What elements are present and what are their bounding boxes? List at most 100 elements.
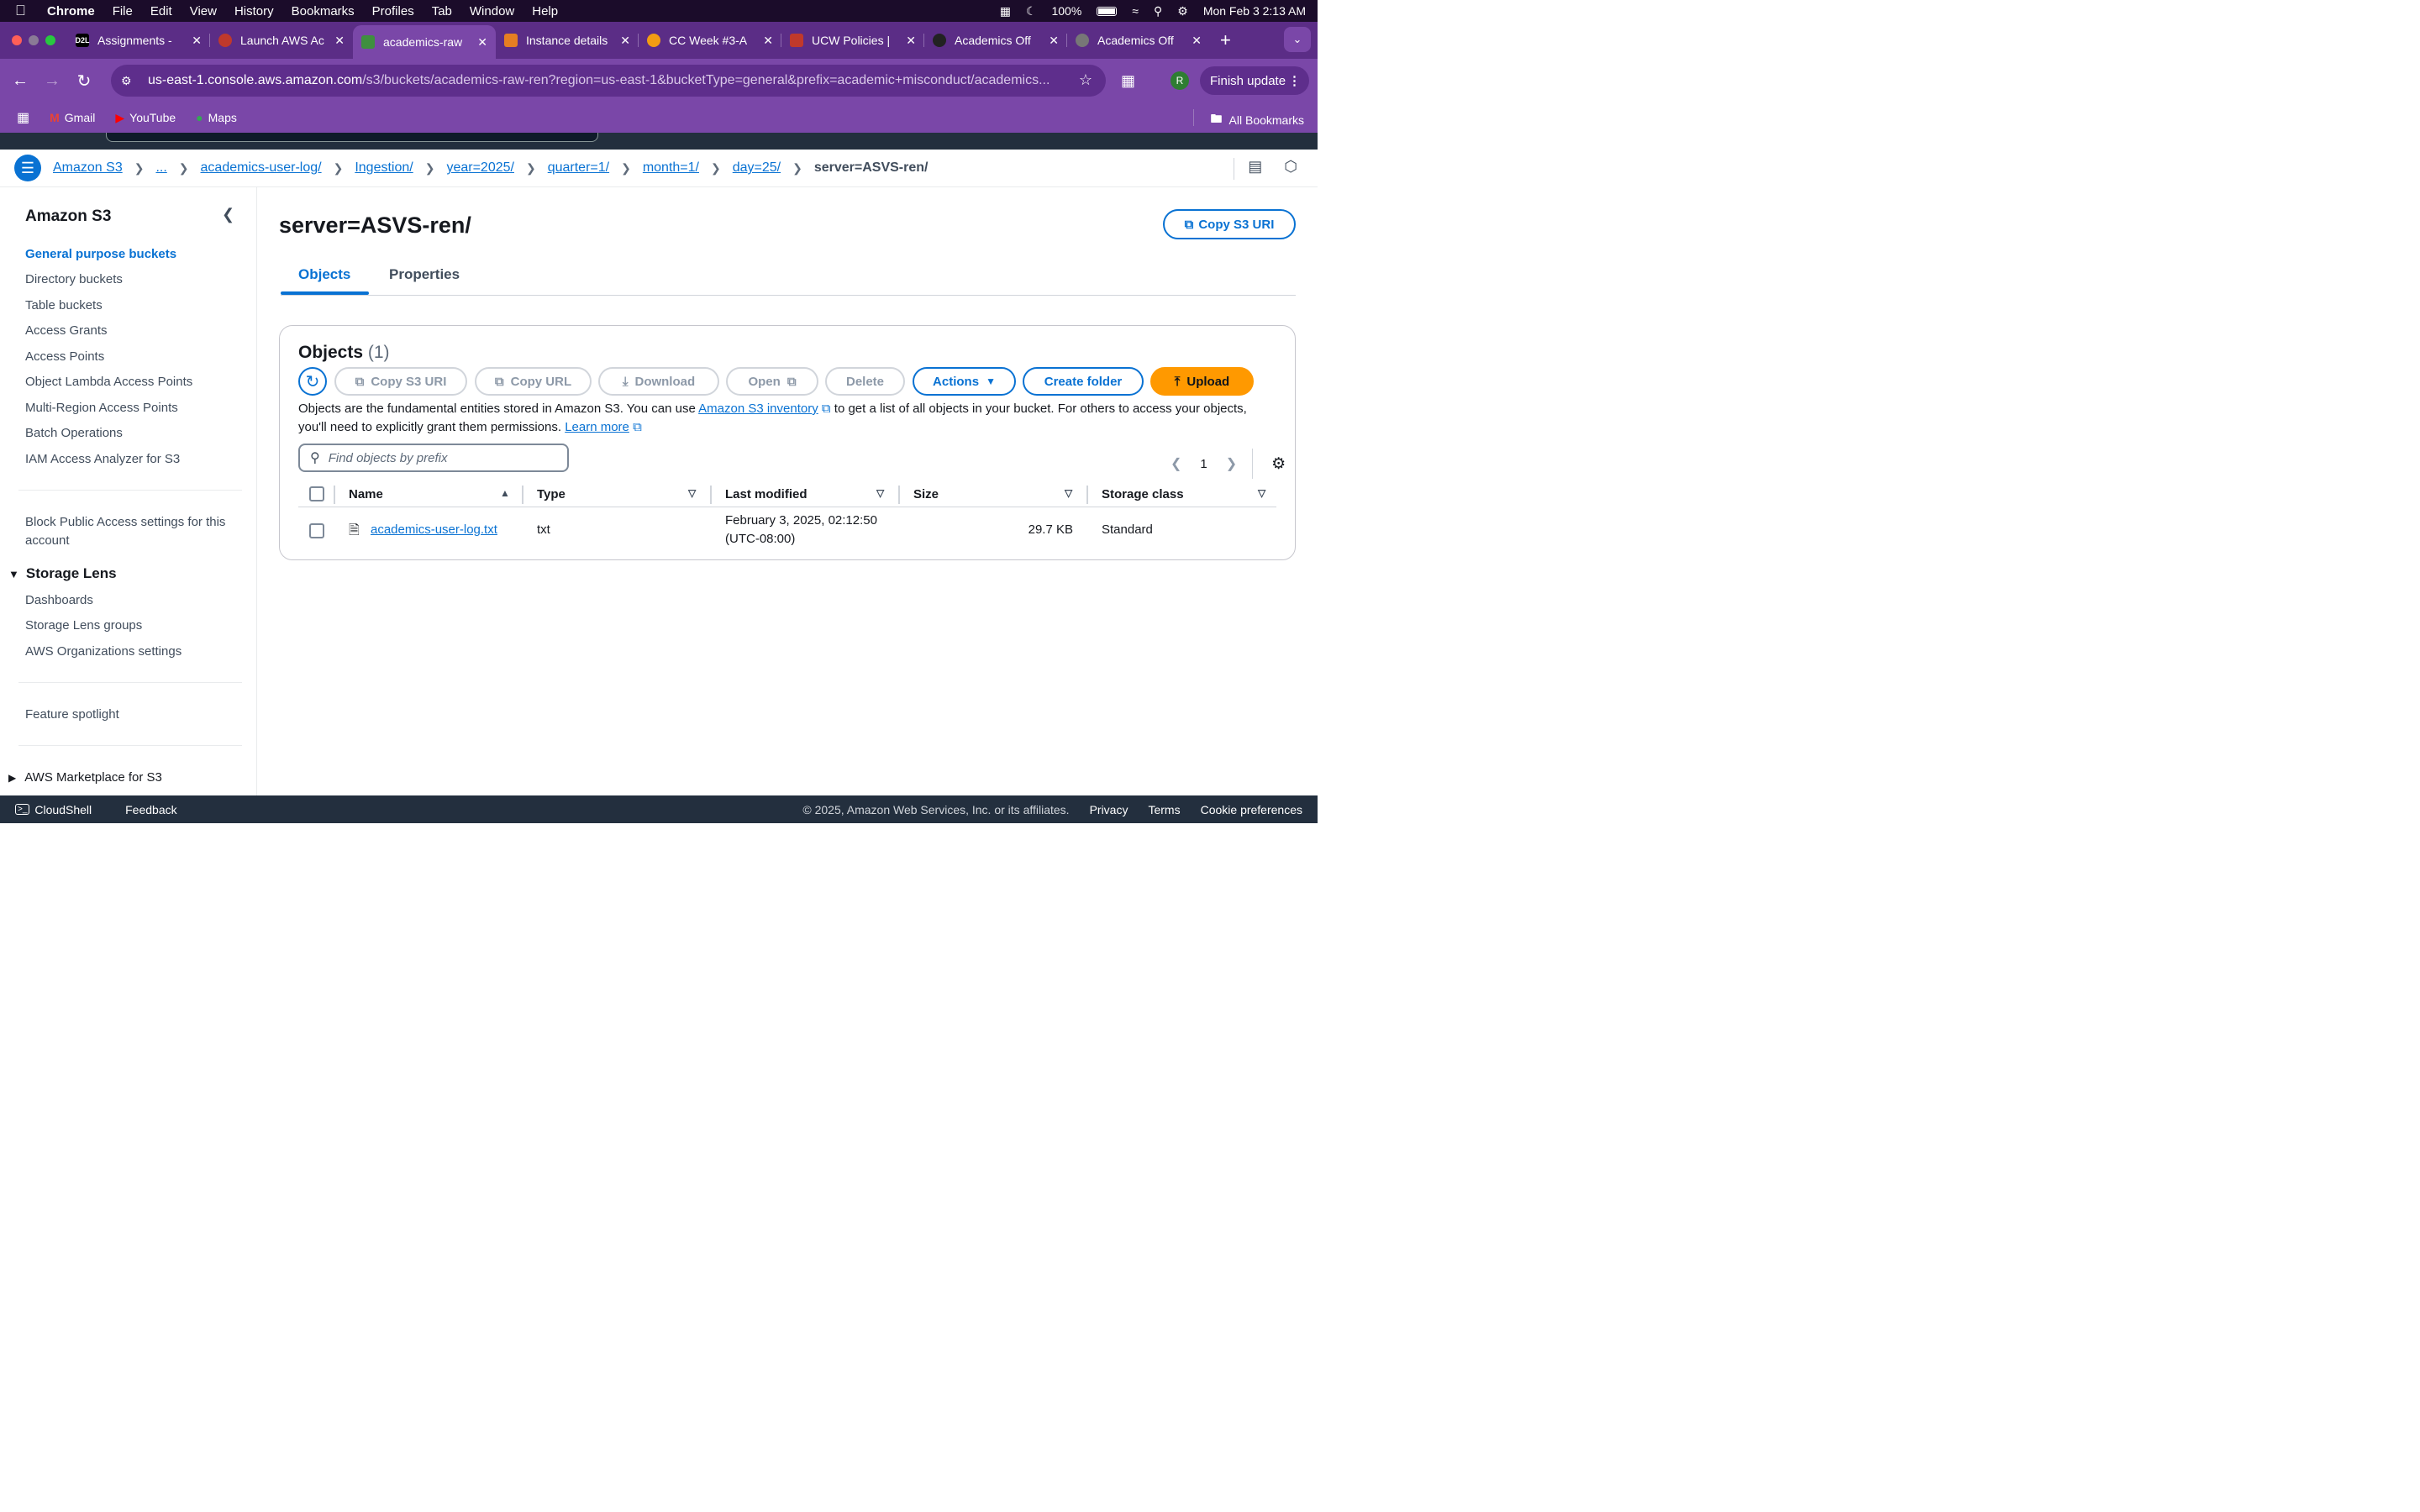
column-size[interactable]: Size: [913, 487, 939, 501]
notifications-panel-icon[interactable]: ▤: [1248, 158, 1262, 180]
column-last-modified[interactable]: Last modified: [725, 487, 808, 501]
zoom-window-button[interactable]: [45, 35, 55, 45]
close-tab-icon[interactable]: ✕: [1192, 34, 1202, 48]
sidebar-item-feature-spotlight[interactable]: Feature spotlight: [25, 707, 119, 722]
address-bar[interactable]: ⚙ us-east-1.console.aws.amazon.com/s3/bu…: [111, 65, 1106, 97]
menu-profiles[interactable]: Profiles: [372, 4, 414, 18]
close-tab-icon[interactable]: ✕: [620, 34, 630, 48]
menu-app-name[interactable]: Chrome: [47, 4, 95, 18]
close-tab-icon[interactable]: ✕: [477, 35, 487, 50]
reload-icon[interactable]: ↻: [68, 71, 100, 92]
sidebar-item-block-public-access[interactable]: Block Public Access settings for this: [25, 515, 225, 529]
forward-arrow-icon[interactable]: →: [36, 71, 68, 91]
next-page-icon[interactable]: ❯: [1226, 455, 1237, 472]
copy-url-button[interactable]: ⧉ Copy URL: [475, 367, 592, 396]
breadcrumb-academics-user-log[interactable]: academics-user-log/: [201, 160, 322, 176]
menu-edit[interactable]: Edit: [150, 4, 172, 18]
bookmark-youtube[interactable]: ▶ YouTube: [115, 111, 176, 125]
url-text[interactable]: us-east-1.console.aws.amazon.com/s3/buck…: [148, 73, 1072, 88]
control-center-icon[interactable]: ⚙: [1177, 4, 1188, 18]
sort-icon[interactable]: ▽: [876, 487, 884, 499]
prev-page-icon[interactable]: ❮: [1171, 455, 1181, 472]
select-all-checkbox[interactable]: [309, 486, 324, 501]
privacy-link[interactable]: Privacy: [1090, 803, 1128, 816]
search-input[interactable]: ⚲ Find objects by prefix: [298, 444, 569, 472]
sidebar-item-marketplace[interactable]: ▶ AWS Marketplace for S3: [8, 770, 162, 785]
profile-avatar[interactable]: R: [1171, 71, 1189, 90]
create-folder-button[interactable]: Create folder: [1023, 367, 1144, 396]
browser-tab[interactable]: Academics Off ✕: [1067, 25, 1210, 55]
tab-search-chevron-icon[interactable]: ⌄: [1284, 27, 1311, 52]
menu-tab[interactable]: Tab: [432, 4, 452, 18]
copy-s3-uri-action-button[interactable]: ⧉ Copy S3 URI: [334, 367, 467, 396]
column-name[interactable]: Name: [349, 487, 383, 501]
sidebar-item-object-lambda[interactable]: Object Lambda Access Points: [25, 375, 192, 389]
actions-dropdown[interactable]: Actions ▼: [913, 367, 1016, 396]
browser-tab[interactable]: CC Week #3-A ✕: [639, 25, 781, 55]
upload-button[interactable]: ⤒ Upload: [1150, 367, 1254, 396]
all-bookmarks-button[interactable]: 🖿 All Bookmarks: [1211, 110, 1304, 130]
menu-history[interactable]: History: [234, 4, 274, 18]
menu-help[interactable]: Help: [532, 4, 558, 18]
object-name-link[interactable]: academics-user-log.txt: [371, 522, 497, 537]
menu-bookmarks[interactable]: Bookmarks: [292, 4, 355, 18]
close-window-button[interactable]: [12, 35, 22, 45]
copy-s3-uri-button[interactable]: ⧉ Copy S3 URI: [1163, 209, 1296, 239]
browser-tab[interactable]: Academics Off ✕: [924, 25, 1067, 55]
moon-icon[interactable]: ☾: [1026, 4, 1037, 18]
battery-icon[interactable]: [1097, 6, 1118, 16]
open-button[interactable]: Open ⧉: [726, 367, 818, 396]
sidebar-item-multi-region[interactable]: Multi-Region Access Points: [25, 401, 178, 415]
sidebar-item-aws-organizations[interactable]: AWS Organizations settings: [25, 644, 182, 659]
bookmark-star-icon[interactable]: ☆: [1079, 71, 1092, 89]
breadcrumb-amazon-s3[interactable]: Amazon S3: [53, 160, 123, 176]
menu-file[interactable]: File: [113, 4, 133, 18]
breadcrumb-ellipsis[interactable]: ...: [155, 160, 166, 176]
delete-button[interactable]: Delete: [825, 367, 905, 396]
back-arrow-icon[interactable]: ←: [4, 71, 36, 91]
breadcrumb-day[interactable]: day=25/: [733, 160, 781, 176]
sidebar-section-storage-lens[interactable]: ▼ Storage Lens: [8, 565, 117, 582]
sidebar-item-block-public-access-line2[interactable]: account: [25, 533, 70, 548]
settings-hexagon-icon[interactable]: ⬡: [1284, 158, 1297, 180]
sort-ascending-icon[interactable]: ▲: [500, 487, 510, 499]
tab-objects[interactable]: Objects: [298, 266, 350, 283]
sidebar-item-storage-lens-groups[interactable]: Storage Lens groups: [25, 618, 142, 633]
site-info-icon[interactable]: ⚙: [121, 74, 141, 88]
browser-tab-active[interactable]: academics-raw ✕: [353, 25, 496, 59]
wifi-icon[interactable]: ≈: [1132, 4, 1139, 18]
breadcrumb-month[interactable]: month=1/: [643, 160, 699, 176]
sidebar-item-iam-access-analyzer[interactable]: IAM Access Analyzer for S3: [25, 452, 180, 466]
refresh-button[interactable]: ↻: [298, 367, 327, 396]
spotlight-search-icon[interactable]: ⚲: [1154, 4, 1162, 18]
column-storage-class[interactable]: Storage class: [1102, 487, 1184, 501]
apple-icon[interactable]: : [15, 3, 30, 19]
browser-tab[interactable]: D2L Assignments - ✕: [67, 25, 210, 55]
feedback-link[interactable]: Feedback: [125, 803, 176, 816]
column-type[interactable]: Type: [537, 487, 566, 501]
cookie-preferences-link[interactable]: Cookie preferences: [1201, 803, 1302, 816]
sidebar-item-directory-buckets[interactable]: Directory buckets: [25, 272, 123, 286]
row-checkbox[interactable]: [309, 523, 324, 538]
close-tab-icon[interactable]: ✕: [906, 34, 916, 48]
sort-icon[interactable]: ▽: [1258, 487, 1265, 499]
finish-update-button[interactable]: Finish update ⋮: [1200, 66, 1309, 95]
menu-window[interactable]: Window: [470, 4, 514, 18]
extensions-puzzle-icon[interactable]: ▦: [1121, 72, 1135, 90]
console-search-input[interactable]: [106, 133, 598, 142]
minimize-window-button[interactable]: [29, 35, 39, 45]
sort-icon[interactable]: ▽: [1065, 487, 1072, 499]
browser-tab[interactable]: Launch AWS Ac ✕: [210, 25, 353, 55]
menu-hamburger-icon[interactable]: ☰: [14, 155, 41, 181]
sidebar-item-general-purpose-buckets[interactable]: General purpose buckets: [25, 247, 176, 261]
close-tab-icon[interactable]: ✕: [192, 34, 202, 48]
bookmark-gmail[interactable]: M Gmail: [50, 111, 95, 124]
sidebar-item-dashboards[interactable]: Dashboards: [25, 593, 93, 607]
new-tab-icon[interactable]: +: [1220, 29, 1231, 51]
sort-icon[interactable]: ▽: [688, 487, 696, 499]
page-number[interactable]: 1: [1200, 457, 1207, 471]
menubar-clock[interactable]: Mon Feb 3 2:13 AM: [1203, 4, 1306, 18]
breadcrumb-year[interactable]: year=2025/: [446, 160, 514, 176]
terms-link[interactable]: Terms: [1148, 803, 1180, 816]
close-tab-icon[interactable]: ✕: [334, 34, 345, 48]
